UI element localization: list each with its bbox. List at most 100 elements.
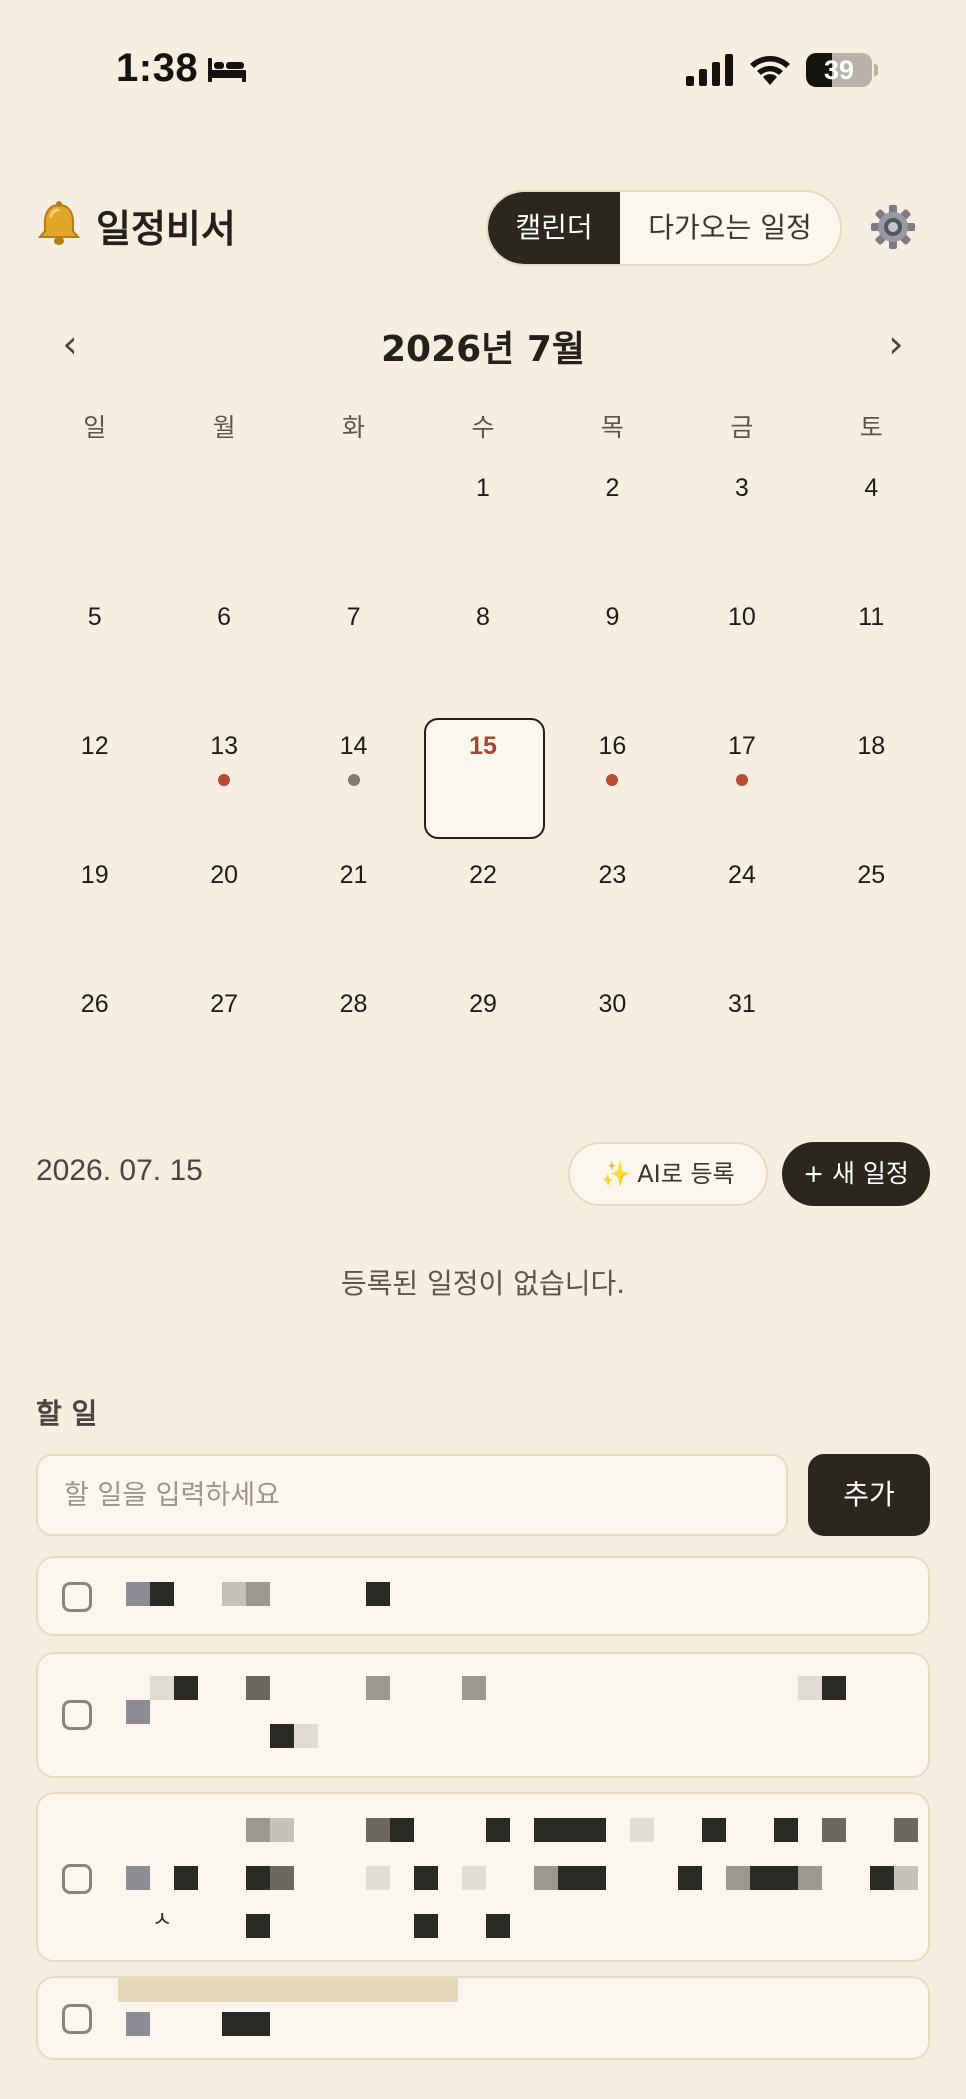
calendar-day-number: 6 bbox=[217, 603, 232, 631]
cellular-signal-icon bbox=[686, 54, 733, 86]
wifi-icon bbox=[750, 56, 790, 85]
calendar-day[interactable]: 10 bbox=[677, 589, 806, 718]
calendar-day[interactable]: 19 bbox=[30, 847, 159, 976]
todo-item-redacted-text bbox=[78, 1558, 928, 1634]
calendar-empty-cell bbox=[159, 460, 288, 589]
weekday-label: 토 bbox=[859, 413, 883, 442]
calendar-day[interactable]: 8 bbox=[418, 589, 547, 718]
sparkles-icon: ✨ bbox=[601, 1160, 632, 1188]
calendar-day[interactable]: 7 bbox=[289, 589, 418, 718]
tab-calendar[interactable]: 캘린더 bbox=[488, 192, 620, 264]
calendar-day[interactable]: 31 bbox=[677, 976, 806, 1105]
month-title: 2026년 7월 bbox=[380, 329, 586, 370]
calendar-day-number: 31 bbox=[727, 990, 756, 1018]
calendar-empty-cell bbox=[30, 460, 159, 589]
calendar-day[interactable]: 30 bbox=[548, 976, 677, 1105]
tab-upcoming-events[interactable]: 다가오는 일정 bbox=[620, 192, 840, 264]
month-navigation: ‹ 2026년 7월 › bbox=[0, 312, 966, 376]
calendar-day[interactable]: 22 bbox=[418, 847, 547, 976]
calendar-day[interactable]: 13 bbox=[159, 718, 288, 847]
calendar-day-number: 4 bbox=[864, 474, 879, 502]
calendar-day[interactable]: 18 bbox=[807, 718, 936, 847]
gear-icon[interactable] bbox=[870, 204, 916, 250]
selected-date: 2026. 07. 15 bbox=[36, 1154, 203, 1187]
calendar-day-number: 10 bbox=[727, 603, 756, 631]
new-event-button[interactable]: + 새 일정 bbox=[782, 1142, 930, 1206]
calendar-day-number: 9 bbox=[605, 603, 620, 631]
calendar-day-number: 26 bbox=[80, 990, 109, 1018]
calendar-day-number: 8 bbox=[476, 603, 490, 631]
todo-add-button[interactable]: 추가 bbox=[808, 1454, 930, 1536]
calendar-day-number: 23 bbox=[598, 861, 627, 889]
calendar-day[interactable]: 23 bbox=[548, 847, 677, 976]
battery-icon: 39 bbox=[806, 53, 878, 87]
weekday-label: 화 bbox=[342, 413, 366, 442]
status-bar: 1:38 39 bbox=[0, 40, 966, 100]
calendar-day[interactable]: 26 bbox=[30, 976, 159, 1105]
next-month-button[interactable]: › bbox=[872, 316, 920, 372]
weekday-label: 월 bbox=[212, 413, 236, 442]
calendar-day-number: 11 bbox=[858, 603, 885, 631]
calendar-day-number: 30 bbox=[598, 990, 627, 1018]
calendar-day[interactable]: 11 bbox=[807, 589, 936, 718]
todo-item-redacted-text bbox=[78, 1654, 928, 1776]
calendar-day[interactable]: 12 bbox=[30, 718, 159, 847]
event-indicator-dot bbox=[606, 774, 619, 786]
calendar-day-number: 14 bbox=[339, 732, 368, 760]
calendar-day[interactable]: 5 bbox=[30, 589, 159, 718]
calendar-day-number: 17 bbox=[727, 732, 756, 760]
todo-item[interactable]: ㅅ bbox=[36, 1792, 930, 1962]
calendar-day-number: 24 bbox=[727, 861, 756, 889]
calendar-day-number: 20 bbox=[210, 861, 239, 889]
calendar-day[interactable]: 1 bbox=[418, 460, 547, 589]
calendar-day[interactable]: 3 bbox=[677, 460, 806, 589]
calendar-day[interactable]: 20 bbox=[159, 847, 288, 976]
battery-body: 39 bbox=[806, 53, 872, 87]
todo-item[interactable] bbox=[36, 1652, 930, 1778]
calendar-day[interactable]: 2 bbox=[548, 460, 677, 589]
todo-item-redacted-text: ㅅ bbox=[78, 1794, 928, 1960]
weekday-label: 수 bbox=[471, 413, 495, 442]
calendar-day[interactable]: 27 bbox=[159, 976, 288, 1105]
empty-events-message: 등록된 일정이 없습니다. bbox=[340, 1267, 626, 1300]
todo-item[interactable] bbox=[36, 1556, 930, 1636]
weekday-label: 금 bbox=[730, 413, 754, 442]
event-indicator-dot bbox=[735, 774, 748, 786]
todo-item[interactable] bbox=[36, 1976, 930, 2060]
bed-icon bbox=[208, 58, 246, 82]
calendar-day-number: 27 bbox=[210, 990, 239, 1018]
calendar-day[interactable]: 16 bbox=[548, 718, 677, 847]
calendar-day[interactable]: 4 bbox=[807, 460, 936, 589]
calendar-day-number: 29 bbox=[469, 990, 497, 1018]
calendar-day[interactable]: 17 bbox=[677, 718, 806, 847]
weekday-header: 일 월 화 수 목 금 토 bbox=[30, 408, 936, 448]
calendar-day-number: 19 bbox=[80, 861, 109, 889]
calendar-day[interactable]: 28 bbox=[289, 976, 418, 1105]
ai-register-button[interactable]: ✨ AI로 등록 bbox=[568, 1142, 768, 1206]
todo-item-redacted-text bbox=[78, 1978, 928, 2058]
weekday-label: 일 bbox=[83, 413, 107, 442]
calendar-day-number: 18 bbox=[857, 732, 886, 760]
battery-tip bbox=[874, 64, 878, 76]
app-title: 일정비서 bbox=[96, 207, 236, 251]
ai-register-label: AI로 등록 bbox=[637, 1160, 735, 1188]
calendar-day-number: 21 bbox=[339, 861, 368, 889]
todo-visible-fragment: ㅅ bbox=[152, 1908, 173, 1933]
bell-icon bbox=[37, 201, 81, 245]
calendar-day-number: 16 bbox=[598, 732, 627, 760]
calendar-day[interactable]: 21 bbox=[289, 847, 418, 976]
calendar-day[interactable]: 29 bbox=[418, 976, 547, 1105]
calendar-day-number: 12 bbox=[80, 732, 109, 760]
todo-input[interactable] bbox=[36, 1454, 788, 1536]
calendar-day-selected[interactable]: 15 bbox=[418, 718, 547, 847]
calendar-day-number: 25 bbox=[857, 861, 886, 889]
calendar-grid: 1 2 3 4 5 6 7 8 9 10 11 12 13 14 15 16 17 18 19 20 21 22 23 24 2… bbox=[30, 460, 936, 1105]
calendar-day[interactable]: 25 bbox=[807, 847, 936, 976]
calendar-day[interactable]: 9 bbox=[548, 589, 677, 718]
calendar-day-number: 13 bbox=[210, 732, 239, 760]
app-header: 일정비서 캘린더 다가오는 일정 bbox=[0, 184, 966, 274]
calendar-day[interactable]: 14 bbox=[289, 718, 418, 847]
calendar-day[interactable]: 24 bbox=[677, 847, 806, 976]
view-toggle: 캘린더 다가오는 일정 bbox=[486, 190, 842, 266]
calendar-day[interactable]: 6 bbox=[159, 589, 288, 718]
